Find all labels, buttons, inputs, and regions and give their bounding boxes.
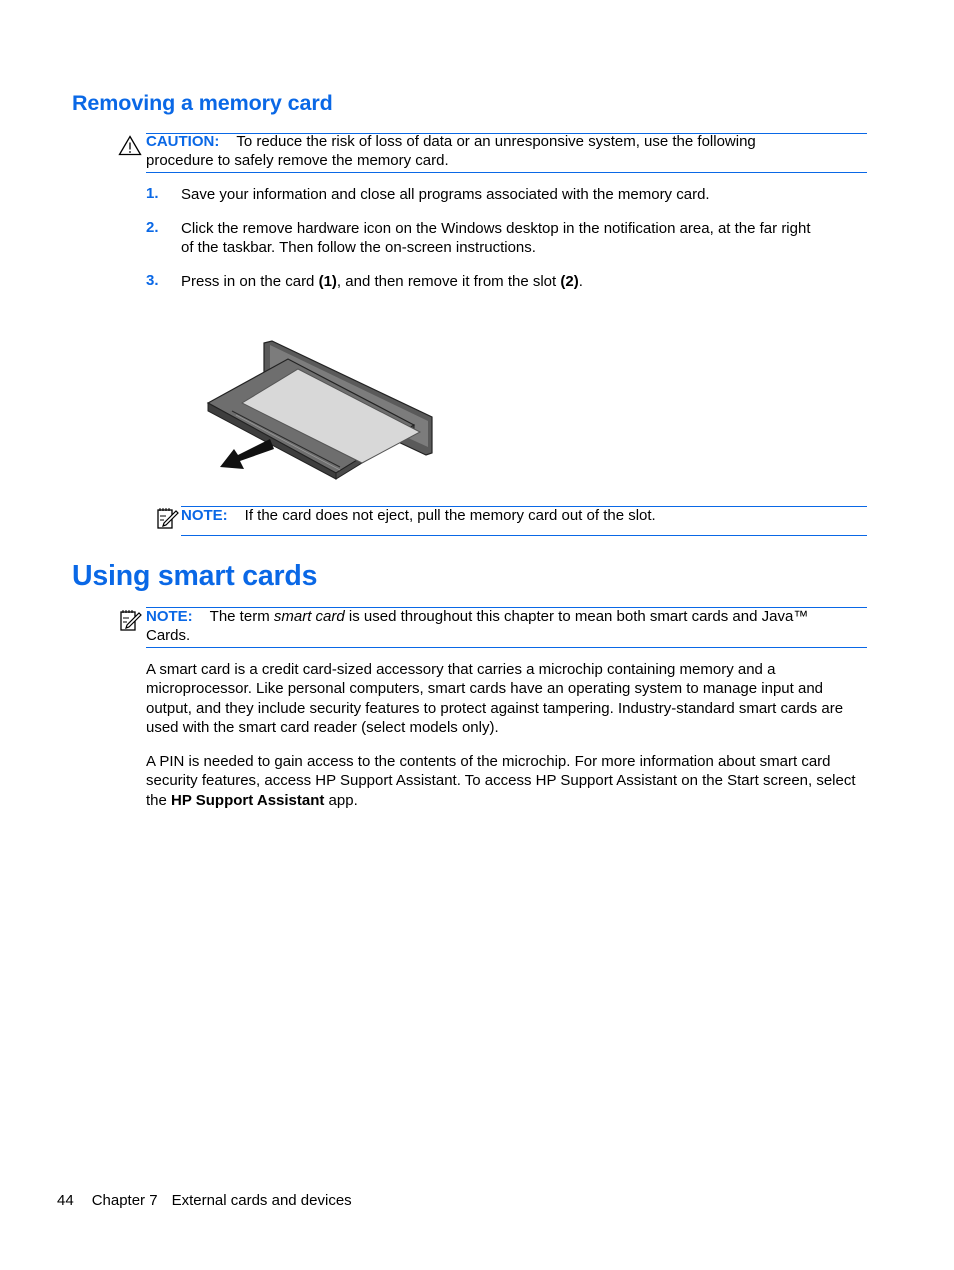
- step-text-line-2: of the taskbar. Then follow the on-scree…: [181, 239, 536, 257]
- step-number: 1.: [146, 185, 159, 202]
- callout-1: (1): [318, 273, 337, 290]
- caution-label: CAUTION:: [146, 133, 220, 150]
- memory-card-illustration: [206, 340, 433, 480]
- note-block-2: NOTE: The term smart card is used through…: [146, 607, 866, 646]
- note-line-2: Cards.: [146, 627, 191, 645]
- note-label: NOTE:: [146, 608, 193, 625]
- page-number: 44: [57, 1192, 74, 1209]
- section-heading-using-smart-cards: Using smart cards: [72, 560, 318, 592]
- step-number: 3.: [146, 272, 159, 289]
- caution-line-1: CAUTION: To reduce the risk of loss of da…: [146, 132, 866, 151]
- paragraph-pin-info: A PIN is needed to gain access to the co…: [146, 752, 858, 810]
- note-pencil-icon: [157, 508, 179, 529]
- step-text-line-1: Click the remove hardware icon on the Wi…: [181, 220, 811, 237]
- caution-text-2: procedure to safely remove the memory ca…: [146, 152, 449, 170]
- app-name: HP Support Assistant: [171, 791, 325, 809]
- caution-bottom-rule: [146, 172, 867, 173]
- note-text-part: The term: [209, 608, 274, 625]
- note-text: If the card does not eject, pull the mem…: [244, 507, 656, 524]
- chapter-label: Chapter 7: [91, 1192, 158, 1209]
- note-pencil-icon: [120, 610, 142, 631]
- note-bottom-rule: [146, 647, 867, 648]
- step-text: Click the remove hardware icon on the Wi…: [181, 219, 871, 258]
- note-bottom-rule: [181, 535, 867, 536]
- caution-text-1: To reduce the risk of loss of data or an…: [236, 133, 756, 150]
- note-block-1: NOTE: If the card does not eject, pull th…: [181, 506, 871, 525]
- paragraph-text-part: app.: [324, 791, 358, 809]
- page-footer: 44 Chapter 7 External cards and devices: [57, 1192, 370, 1209]
- step-text-part: Press in on the card: [181, 273, 319, 290]
- section-heading-removing-memory-card: Removing a memory card: [72, 91, 333, 115]
- note-emphasis: smart card: [273, 608, 345, 625]
- note-line-1: NOTE: The term smart card is used through…: [146, 607, 866, 626]
- note-text-part: is used throughout this chapter to mean …: [344, 608, 809, 625]
- step-text-part: .: [578, 273, 583, 290]
- paragraph-smart-card-description: A smart card is a credit card-sized acce…: [146, 661, 844, 736]
- step-text: Save your information and close all prog…: [181, 186, 710, 203]
- callout-2: (2): [560, 273, 579, 290]
- chapter-title: External cards and devices: [171, 1192, 352, 1209]
- caution-block: CAUTION: To reduce the risk of loss of da…: [146, 132, 866, 171]
- note-label: NOTE:: [181, 507, 228, 524]
- caution-warning-icon: [118, 135, 142, 156]
- step-text-part: , and then remove it from the slot: [336, 273, 561, 290]
- step-text: Press in on the card (1), and then remov…: [181, 272, 871, 291]
- step-number: 2.: [146, 219, 159, 236]
